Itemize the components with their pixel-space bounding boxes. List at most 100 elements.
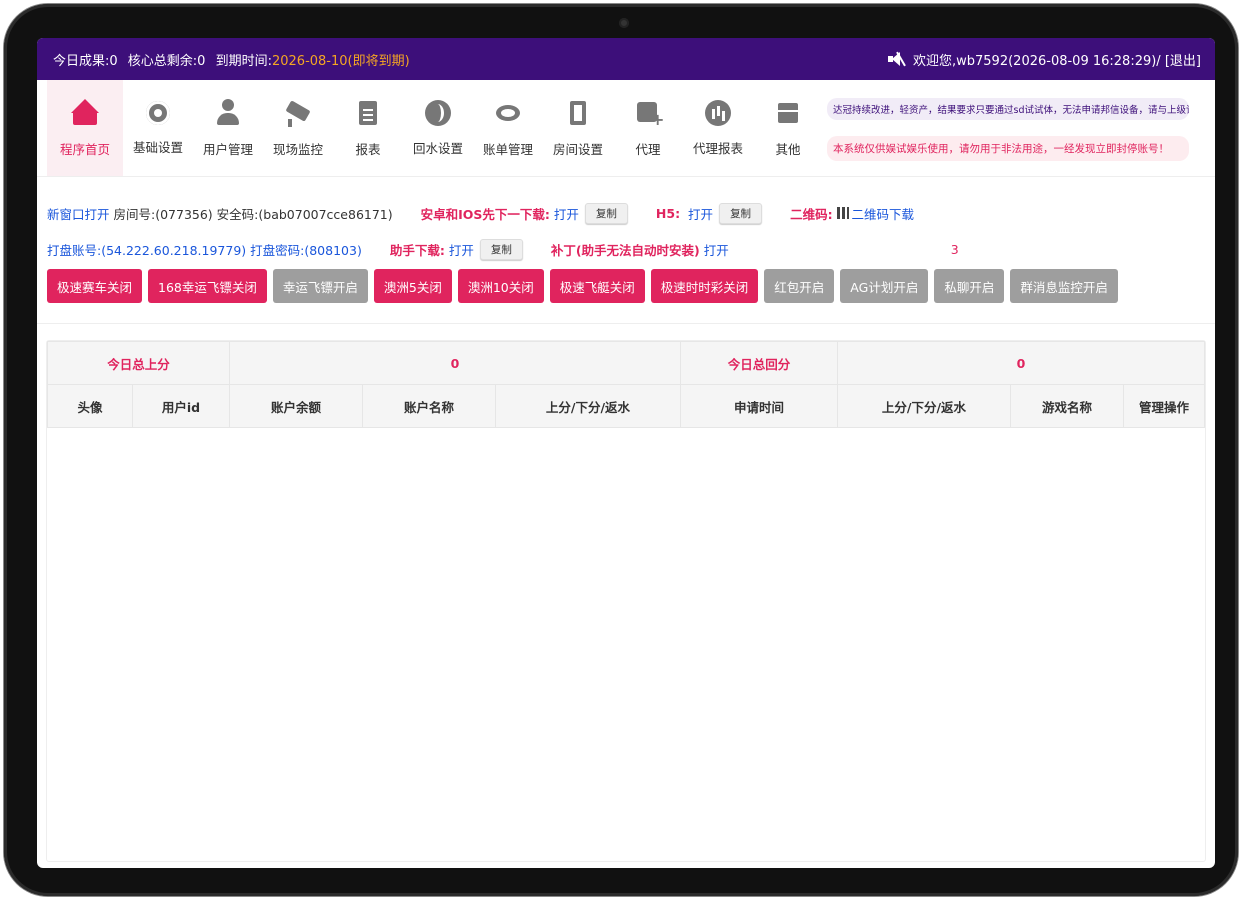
nav-label: 现场监控	[272, 141, 323, 157]
notice-warning: 本系统仅供娱试娱乐使用，请勿用于非法用途，一经发现立即封停账号！	[827, 136, 1189, 161]
nav-label: 程序首页	[59, 141, 110, 157]
app-copy-button[interactable]: 复制	[584, 202, 628, 224]
info-row-account: 打盘账号:(54.222.60.218.19779) 打盘密码:(808103)…	[47, 237, 1215, 261]
nav-reports[interactable]: 报表	[333, 80, 403, 176]
nav-live-monitor[interactable]: 现场监控	[263, 80, 333, 176]
speaker-muted-icon[interactable]	[887, 51, 906, 67]
toggle-speed-airship[interactable]: 极速飞艇关闭	[549, 269, 645, 303]
col-user-id: 用户id	[132, 384, 230, 428]
col-up-down-rebate: 上分/下分/返水	[495, 384, 681, 428]
nav-label: 用户管理	[202, 141, 253, 157]
helper-download-label: 助手下载:	[389, 242, 445, 258]
toggle-australia-10[interactable]: 澳洲10关闭	[457, 269, 544, 303]
new-window-link[interactable]: 新窗口打开	[47, 204, 110, 223]
h5-label: H5:	[655, 205, 681, 221]
toggle-speed-lottery[interactable]: 极速时时彩关闭	[650, 269, 759, 303]
chart-icon	[705, 99, 731, 126]
patch-open-link[interactable]: 打开	[704, 240, 729, 259]
dapan-password: 打盘密码:(808103)	[250, 242, 362, 258]
box-icon	[774, 99, 802, 127]
nav-bill-management[interactable]: 账单管理	[473, 80, 543, 176]
info-panel: 新窗口打开 房间号:(077356) 安全码:(bab07007cce86171…	[37, 177, 1215, 261]
nav-label: 账单管理	[482, 141, 533, 157]
toggle-168-lucky-dart[interactable]: 168幸运飞镖关闭	[148, 269, 267, 303]
nav-agent[interactable]: 代理	[613, 80, 683, 176]
nav-room-settings[interactable]: 房间设置	[543, 80, 613, 176]
status-summary: 今日成果:0 核心总剩余:0 到期时间:2026-08-10(即将到期)	[53, 50, 416, 69]
app-open-link[interactable]: 打开	[554, 204, 579, 223]
toggle-private-chat[interactable]: 私聊开启	[934, 269, 1005, 303]
count-value: 3	[950, 241, 959, 257]
records-table: 今日总上分 0 今日总回分 0 头像 用户id 账户余额 账户名称 上分/下分/…	[47, 341, 1205, 428]
bill-icon	[494, 99, 522, 127]
total-back-value: 0	[837, 341, 1205, 385]
expire-label: 到期时间:	[215, 53, 272, 69]
nav-label: 房间设置	[552, 141, 603, 157]
qr-label: 二维码:	[790, 206, 833, 222]
core-remaining: 核心总剩余:0	[127, 53, 206, 69]
patch-label: 补丁(助手无法自动时安装)	[550, 242, 700, 258]
dapan-account: 打盘账号:(54.222.60.218.19779)	[47, 242, 247, 258]
helper-copy-button[interactable]: 复制	[479, 238, 523, 260]
room-number: 房间号:(077356)	[113, 206, 213, 222]
h5-open-link[interactable]: 打开	[688, 204, 713, 223]
toggle-red-packet[interactable]: 红包开启	[764, 269, 835, 303]
col-apply-time: 申请时间	[680, 384, 838, 428]
door-icon	[564, 99, 592, 127]
nav-user-management[interactable]: 用户管理	[193, 80, 263, 176]
user-icon	[214, 98, 242, 127]
security-code: 安全码:(bab07007cce86171)	[216, 206, 393, 222]
logout-link[interactable]: [退出]	[1165, 54, 1201, 69]
header-row: 头像 用户id 账户余额 账户名称 上分/下分/返水 申请时间 上分/下分/返水…	[47, 384, 1205, 428]
toggle-lucky-dart[interactable]: 幸运飞镖开启	[272, 269, 368, 303]
notices: 达冠持续改进，轻资产，结果要求只要通过sd试试体，无法申请邦信设备，请与上级详细…	[827, 98, 1189, 161]
agent-icon	[634, 99, 664, 129]
col-account-name: 账户名称	[362, 384, 496, 428]
qr-icon	[836, 207, 849, 219]
summary-row: 今日总上分 0 今日总回分 0	[47, 341, 1205, 385]
screen: 今日成果:0 核心总剩余:0 到期时间:2026-08-10(即将到期) 欢迎您…	[37, 38, 1215, 868]
nav-label: 报表	[355, 141, 381, 157]
nav-label: 回水设置	[412, 140, 463, 156]
info-row-room: 新窗口打开 房间号:(077356) 安全码:(bab07007cce86171…	[47, 201, 1215, 225]
user-area: 欢迎您,wb7592(2026-08-09 16:28:29)/ [退出]	[887, 50, 1201, 69]
top-bar: 今日成果:0 核心总剩余:0 到期时间:2026-08-10(即将到期) 欢迎您…	[37, 38, 1215, 80]
total-up-label: 今日总上分	[47, 341, 230, 385]
nav-agent-reports[interactable]: 代理报表	[683, 80, 753, 176]
divider	[37, 323, 1215, 324]
records-table-container: 今日总上分 0 今日总回分 0 头像 用户id 账户余额 账户名称 上分/下分/…	[46, 340, 1206, 862]
nav-basic-settings[interactable]: 基础设置	[123, 80, 193, 176]
col-balance: 账户余额	[229, 384, 363, 428]
qr-download-link[interactable]: 二维码下载	[852, 204, 915, 223]
toggle-speed-racing[interactable]: 极速赛车关闭	[47, 269, 143, 303]
clipboard-icon	[354, 99, 382, 127]
nav-label: 其他	[775, 141, 801, 157]
expire-value: 2026-08-10(即将到期)	[271, 53, 410, 69]
today-result: 今日成果:0	[53, 53, 118, 69]
gear-icon	[146, 100, 170, 125]
col-game-name: 游戏名称	[1010, 384, 1124, 428]
home-icon	[71, 98, 99, 127]
camera-icon	[284, 99, 312, 127]
camera-icon	[619, 18, 629, 28]
helper-open-link[interactable]: 打开	[449, 240, 474, 259]
nav-label: 代理	[635, 141, 661, 157]
col-up-down-rebate-2: 上分/下分/返水	[837, 384, 1011, 428]
toggle-group-monitor[interactable]: 群消息监控开启	[1010, 269, 1118, 303]
col-avatar: 头像	[47, 384, 133, 428]
welcome-text: 欢迎您,wb7592(2026-08-09 16:28:29)/ [退出]	[913, 53, 1201, 69]
col-actions: 管理操作	[1123, 384, 1205, 428]
nav-label: 代理报表	[692, 140, 743, 156]
notice-update: 达冠持续改进，轻资产，结果要求只要通过sd试试体，无法申请邦信设备，请与上级详细…	[827, 98, 1189, 120]
h5-copy-button[interactable]: 复制	[719, 202, 763, 224]
toggle-ag-plan[interactable]: AG计划开启	[840, 269, 929, 303]
nav-rebate-settings[interactable]: 回水设置	[403, 80, 473, 176]
total-back-label: 今日总回分	[680, 341, 838, 385]
toggle-buttons: 极速赛车关闭 168幸运飞镖关闭 幸运飞镖开启 澳洲5关闭 澳洲10关闭 极速飞…	[37, 269, 1215, 303]
toggle-australia-5[interactable]: 澳洲5关闭	[373, 269, 452, 303]
total-up-value: 0	[229, 341, 681, 385]
nav-other[interactable]: 其他	[753, 80, 823, 176]
app-download-label: 安卓和IOS先下一下载:	[420, 206, 550, 222]
nav-home[interactable]: 程序首页	[47, 80, 123, 176]
tablet-frame: 今日成果:0 核心总剩余:0 到期时间:2026-08-10(即将到期) 欢迎您…	[4, 4, 1238, 896]
